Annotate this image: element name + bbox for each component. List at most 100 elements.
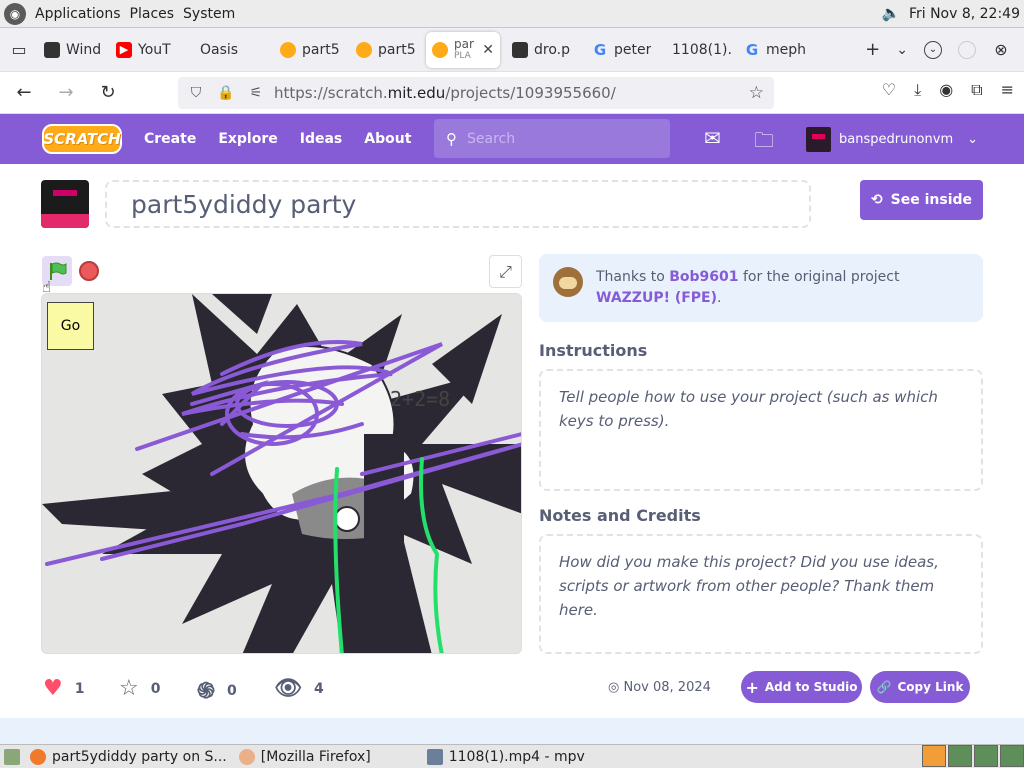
fullscreen-icon[interactable]: ⤢ [489, 255, 522, 288]
user-menu[interactable]: banspedrunonvm ⌄ [806, 127, 978, 152]
forward-arrow-icon[interactable]: → [48, 77, 84, 109]
scratch-logo[interactable]: SCRATCH [42, 124, 122, 154]
menu-system[interactable]: System [183, 6, 235, 22]
go-button[interactable]: Go [47, 302, 94, 350]
tab-0[interactable]: Wind [38, 32, 110, 68]
tab-label: partPLA [454, 37, 474, 61]
search-box[interactable]: ⚲ [434, 119, 670, 158]
remix-credit-box: Thanks to Bob9601 for the original proje… [539, 254, 983, 322]
remix-arrows-icon: ⟲ [870, 192, 883, 208]
taskbar-item-firefox[interactable]: [Mozilla Firefox] [238, 748, 371, 765]
clock[interactable]: Fri Nov 8, 22:49 [909, 6, 1020, 22]
copy-link-button[interactable]: 🔗 Copy Link [870, 671, 970, 703]
new-tab-icon[interactable]: + [865, 39, 880, 60]
instructions-heading: Instructions [539, 341, 648, 360]
google-icon: G [593, 40, 607, 59]
url-bar[interactable]: ⛉ 🔒 ⚟ https://scratch.mit.edu/projects/1… [178, 77, 774, 109]
original-project-link[interactable]: WAZZUP! (FPE) [596, 290, 717, 306]
instructions-textarea[interactable]: Tell people how to use your project (suc… [539, 369, 983, 491]
lock-icon[interactable]: 🔒 [214, 85, 238, 101]
video-icon [512, 41, 528, 58]
love-stat[interactable]: ♥ 1 [43, 676, 84, 701]
hamburger-menu-icon[interactable]: ≡ [1001, 80, 1014, 100]
window-close-icon[interactable]: ⊗ [992, 40, 1010, 59]
bookmark-star-icon[interactable]: ☆ [749, 83, 764, 103]
tab-label: peter [614, 41, 652, 58]
tab-4[interactable]: part5 [350, 32, 426, 68]
firefox-icon [238, 748, 255, 765]
window-minimize-icon[interactable]: ⌄ [924, 40, 942, 59]
nav-create[interactable]: Create [144, 131, 196, 147]
stop-button[interactable] [79, 261, 99, 281]
tab-label: meph [766, 41, 806, 58]
love-count: 1 [74, 680, 85, 697]
heart-icon: ♥ [43, 676, 63, 701]
workspace-2[interactable] [974, 744, 998, 767]
window-maximize-icon[interactable] [958, 40, 976, 59]
downloads-icon[interactable]: ⤓ [914, 80, 921, 100]
close-tab-icon[interactable]: ✕ [482, 42, 494, 58]
tab-5-active[interactable]: partPLA ✕ [426, 31, 500, 68]
copy-link-label: Copy Link [897, 680, 964, 694]
extensions-icon[interactable]: ⧉ [971, 80, 982, 100]
navigation-bar: ← → ↻ ⛉ 🔒 ⚟ https://scratch.mit.edu/proj… [0, 72, 1024, 114]
project-title-input[interactable]: part5ydiddy party [105, 180, 811, 228]
youtube-icon: ▶ [116, 41, 132, 58]
share-date: ◎ Nov 08, 2024 [608, 680, 711, 695]
firefox-view-icon[interactable]: ▭ [0, 28, 38, 72]
workspace-3[interactable] [1000, 744, 1024, 767]
account-icon[interactable]: ◉ [939, 80, 953, 100]
back-arrow-icon[interactable]: ← [6, 77, 42, 109]
taskbar: part5ydiddy party on S... [Mozilla Firef… [0, 744, 1024, 768]
tab-6[interactable]: dro.p [506, 32, 586, 68]
remix-author-avatar[interactable] [553, 267, 583, 297]
tab-9[interactable]: G meph [738, 32, 812, 68]
nav-ideas[interactable]: Ideas [300, 131, 343, 147]
pocket-icon[interactable]: ♡ [882, 80, 896, 100]
project-author-thumbnail[interactable] [41, 180, 89, 228]
search-icon: ⚲ [446, 129, 457, 148]
volume-icon[interactable]: 🔈 [881, 4, 901, 24]
menu-places[interactable]: Places [130, 6, 175, 22]
tab-8[interactable]: 1108(1). [660, 32, 738, 68]
tab-label: part5 [302, 41, 340, 58]
list-tabs-chevron-icon[interactable]: ⌄ [896, 42, 908, 58]
nav-explore[interactable]: Explore [218, 131, 277, 147]
tab-1[interactable]: ▶ YouT [110, 32, 184, 68]
tab-3[interactable]: part5 [274, 32, 350, 68]
remix-author-link[interactable]: Bob9601 [669, 269, 738, 285]
tab-7[interactable]: G peter [586, 32, 660, 68]
workspace-1[interactable] [948, 744, 972, 767]
stage-artwork: 2+2=8 [42, 294, 521, 653]
video-icon [44, 41, 60, 58]
project-stage[interactable]: 2+2=8 Go [41, 293, 522, 654]
remix-stat: ֍ 0 [197, 676, 237, 705]
my-stuff-folder-icon[interactable]: 🗀 [754, 126, 774, 160]
reload-icon[interactable]: ↻ [90, 77, 126, 109]
tray-firefox-icon[interactable] [922, 744, 946, 767]
show-desktop-icon[interactable] [4, 748, 20, 765]
distro-logo-icon[interactable]: ◉ [4, 2, 26, 25]
firefox-icon [30, 748, 46, 765]
notes-textarea[interactable]: How did you make this project? Did you u… [539, 534, 983, 654]
taskbar-item-mpv[interactable]: 1108(1).mp4 - mpv [426, 748, 585, 765]
taskbar-item-firefox-scratch[interactable]: part5ydiddy party on S... [30, 748, 227, 765]
page-footer-band [0, 718, 1024, 744]
search-input[interactable] [467, 130, 647, 147]
url-text[interactable]: https://scratch.mit.edu/projects/1093955… [274, 84, 616, 102]
tab-2[interactable]: Oasis [184, 32, 274, 68]
scratch-icon [356, 41, 372, 58]
permissions-icon[interactable]: ⚟ [244, 85, 268, 101]
shield-icon[interactable]: ⛉ [184, 85, 208, 101]
see-inside-button[interactable]: ⟲ See inside [860, 180, 983, 220]
scratch-icon [432, 41, 448, 58]
menu-applications[interactable]: Applications [35, 6, 121, 22]
add-to-studio-label: Add to Studio [764, 680, 858, 694]
favorite-stat[interactable]: ☆ 0 [119, 676, 160, 701]
add-to-studio-button[interactable]: + Add to Studio [741, 671, 862, 703]
avatar [806, 127, 831, 152]
top-panel: ◉ Applications Places System 🔈 Fri Nov 8… [0, 0, 1024, 28]
nav-about[interactable]: About [364, 131, 411, 147]
messages-envelope-icon[interactable]: ✉ [704, 126, 721, 150]
google-icon: G [745, 40, 759, 59]
